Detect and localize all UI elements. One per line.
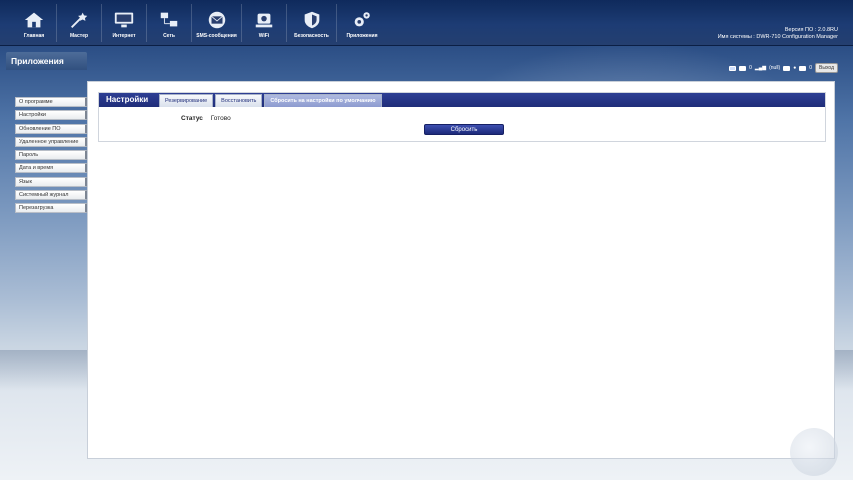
- mail-icon[interactable]: [799, 65, 807, 71]
- sidebar-item-firmware-update[interactable]: Обновление ПО: [15, 123, 89, 134]
- tab-factory-reset[interactable]: Сбросить на настройки по умолчанию: [264, 94, 382, 107]
- status-label: Статус: [181, 115, 203, 122]
- sidebar-item-system-log[interactable]: Системный журнал: [15, 190, 89, 201]
- mail-count: 0: [809, 65, 813, 71]
- globe-icon: ●: [793, 65, 797, 71]
- status-bar: 0 ▂▄▆ (null) ● 0 Выход: [729, 63, 838, 73]
- section-title: Приложения: [6, 52, 87, 70]
- wizard-icon: [71, 12, 88, 28]
- firmware-version: Версия ПО : 2.0.8RU: [784, 27, 838, 33]
- network-icon: [160, 12, 178, 27]
- signal-icon: ▂▄▆: [754, 65, 767, 71]
- monitor-icon: [114, 12, 134, 28]
- nav-item-security[interactable]: Безопасность: [287, 4, 337, 42]
- message-icon[interactable]: [739, 65, 747, 71]
- tab-backup[interactable]: Резервирование: [159, 94, 214, 107]
- nav-item-label: Главная: [23, 33, 45, 39]
- status-row: Статус Готово: [181, 115, 231, 122]
- sms-icon[interactable]: [729, 65, 737, 71]
- nav-item-wifi[interactable]: WiFi: [242, 4, 287, 42]
- sidebar-item-about[interactable]: О программе: [15, 97, 89, 107]
- panel-title: Настройки: [106, 95, 149, 104]
- nav-item-label: WiFi: [258, 33, 270, 39]
- main-nav: Главная Мастер Интернет Сеть SMS-сообщен…: [12, 4, 387, 42]
- status-value: Готово: [210, 115, 231, 122]
- watermark-logo: [790, 428, 838, 476]
- sidebar-item-language[interactable]: Язык: [15, 176, 89, 187]
- envelope-icon: [208, 11, 225, 29]
- wifi-icon: [255, 13, 273, 28]
- nav-item-label: Сеть: [163, 33, 175, 39]
- nav-item-network[interactable]: Сеть: [147, 4, 192, 42]
- nav-item-applications[interactable]: Приложения: [337, 4, 387, 42]
- sms-count: 0: [749, 65, 752, 71]
- nav-item-home[interactable]: Главная: [12, 4, 57, 42]
- nav-item-internet[interactable]: Интернет: [102, 4, 147, 42]
- sidebar-item-reboot[interactable]: Перезагрузка: [15, 203, 89, 214]
- signal-text: (null): [769, 65, 781, 71]
- logout-button[interactable]: Выход: [815, 63, 838, 73]
- nav-item-sms[interactable]: SMS-сообщения: [192, 4, 242, 42]
- sidebar-menu: О программе Настройки Обновление ПО Удал…: [15, 97, 89, 217]
- gears-icon: [354, 12, 370, 27]
- tab-restore[interactable]: Восстановить: [215, 94, 263, 107]
- nav-item-label: Интернет: [112, 33, 136, 39]
- sidebar-item-date-time[interactable]: Дата и время: [15, 163, 89, 174]
- nav-item-label: Безопасность: [294, 33, 329, 39]
- system-name: Имя системы : DWR-710 Configuration Mana…: [717, 34, 838, 40]
- home-icon: [24, 12, 44, 28]
- sidebar-item-remote-management[interactable]: Удаленное управление: [15, 136, 89, 147]
- reset-button[interactable]: Сбросить: [424, 124, 504, 135]
- nav-item-label: Мастер: [69, 33, 89, 39]
- nav-item-label: Приложения: [346, 33, 378, 39]
- settings-panel: Настройки Резервирование Восстановить Сб…: [98, 92, 826, 142]
- nav-item-label: SMS-сообщения: [196, 33, 237, 39]
- nav-item-wizard[interactable]: Мастер: [57, 4, 102, 42]
- sidebar-item-password[interactable]: Пароль: [15, 150, 89, 161]
- panel-header: Настройки Резервирование Восстановить Сб…: [99, 93, 825, 107]
- system-info: Версия ПО : 2.0.8RU Имя системы : DWR-71…: [718, 27, 838, 41]
- top-navigation-bar: Главная Мастер Интернет Сеть SMS-сообщен…: [0, 0, 853, 46]
- shield-icon: [304, 11, 319, 29]
- sim-icon: [783, 65, 791, 71]
- main-content: Настройки Резервирование Восстановить Сб…: [87, 81, 835, 459]
- sidebar-item-settings[interactable]: Настройки: [15, 110, 89, 121]
